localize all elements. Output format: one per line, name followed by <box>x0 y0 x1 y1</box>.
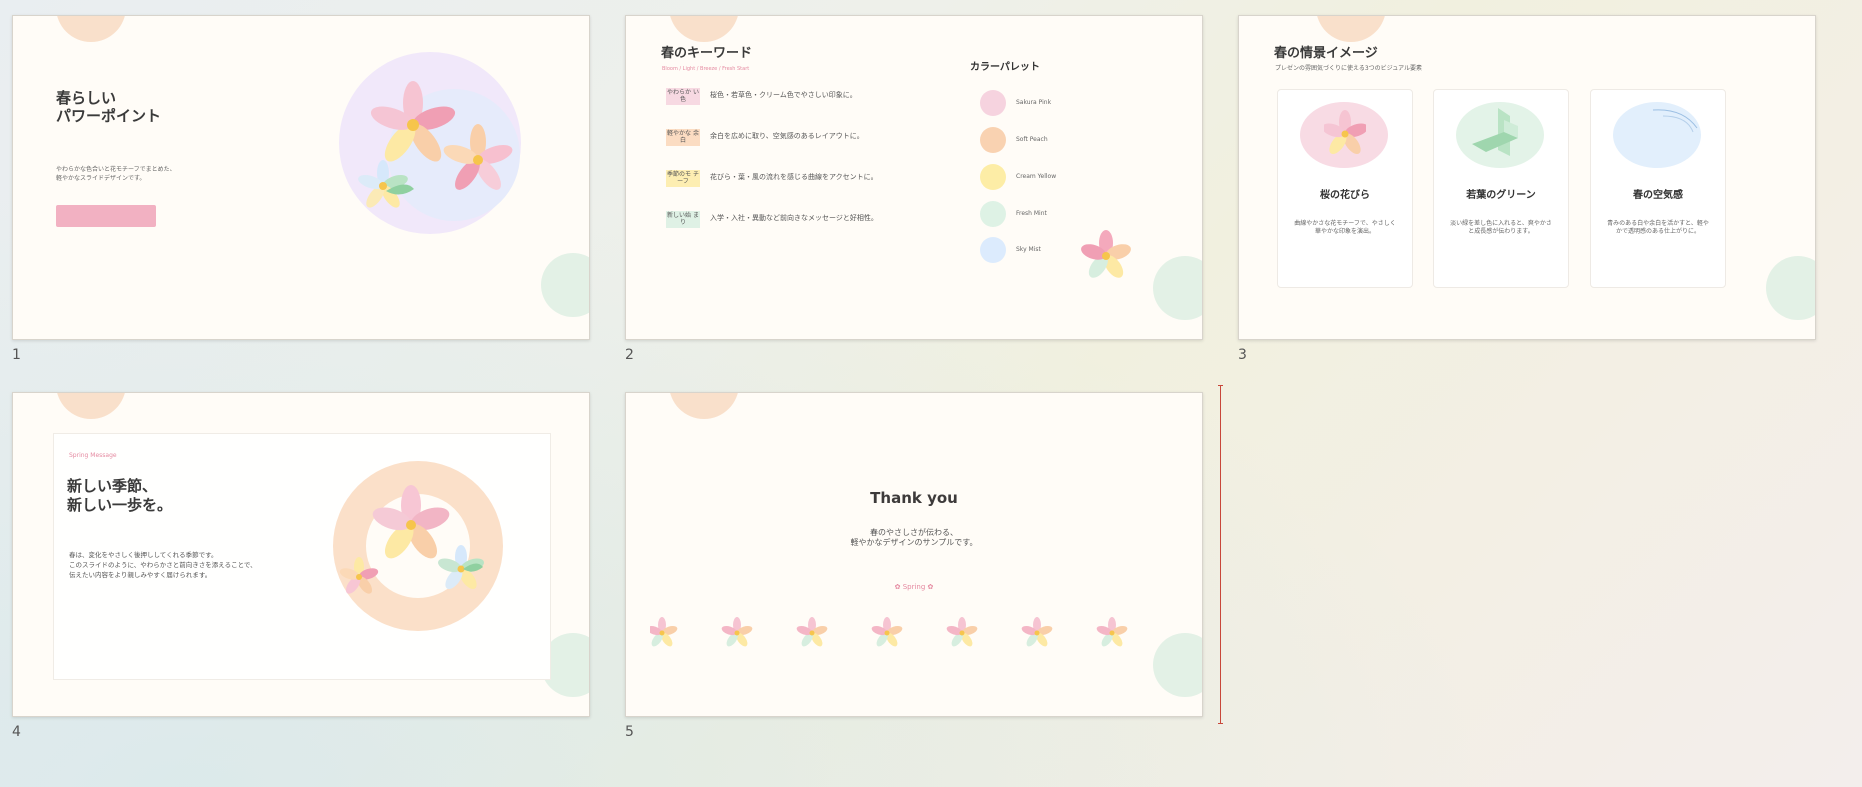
palette-title: カラーパレット <box>970 62 1040 73</box>
slide-title: 新しい季節、 新しい一歩を。 <box>67 477 172 515</box>
slide-body: 春は、変化をやさしく後押ししてくれる季節です。 このスライドのように、やわらかさ… <box>69 550 257 580</box>
slide-number: 2 <box>625 347 634 363</box>
swatch-label: Sky Mist <box>1016 246 1041 253</box>
pink-button-shape <box>56 205 156 227</box>
slide-title-line: 新しい季節、 <box>67 477 158 495</box>
mini-flower <box>650 617 678 647</box>
spring-badge: ✿ Spring ✿ <box>894 583 934 591</box>
slide-title: 春らしい パワーポイント <box>56 89 161 125</box>
color-swatch <box>980 201 1006 227</box>
card-text: 青みのある白や余白を活かすと、軽やかで透明感のある仕上がりに。 <box>1607 220 1709 235</box>
body-line: このスライドのように、やわらかさと前向きさを添えることで、 <box>69 561 257 569</box>
slide-title-line: 新しい一歩を。 <box>67 496 173 514</box>
mini-flower <box>1096 617 1128 647</box>
card-heading: 若葉のグリーン <box>1466 190 1536 201</box>
mint-corner-decoration <box>1153 256 1202 320</box>
visual-card: 若葉のグリーン 淡い緑を差し色に入れると、爽やかさと成長感が伝わります。 <box>1433 89 1569 288</box>
description-line: 軽やかなスライドデザインです。 <box>56 175 146 182</box>
slide-title-line: パワーポイント <box>56 107 162 125</box>
mini-flower <box>871 617 903 647</box>
card-heading: 春の空気感 <box>1633 190 1683 201</box>
slide-subtitle: プレゼンの雰囲気づくりに使える3つのビジュアル要素 <box>1275 65 1423 72</box>
slide-number: 1 <box>12 347 21 363</box>
keyword-text: 余白を広めに取り、空気感のあるレイアウトに。 <box>710 132 864 140</box>
keyword-text: 桜色・若草色・クリーム色でやさしい印象に。 <box>710 91 857 99</box>
body-line: 伝えたい内容をより親しみやすく届けられます。 <box>69 571 212 579</box>
body-line: 春は、変化をやさしく後押ししてくれる季節です。 <box>69 551 218 559</box>
mint-corner-decoration <box>1766 256 1815 320</box>
mini-flower <box>946 617 978 647</box>
card-text: 淡い緑を差し色に入れると、爽やかさと成長感が伝わります。 <box>1450 220 1552 235</box>
keyword-tag: やわらか い色 <box>666 88 700 105</box>
mini-flower <box>1021 617 1053 647</box>
slide-thumbnail-3[interactable]: 春の情景イメージ プレゼンの雰囲気づくりに使える3つのビジュアル要素 桜の花びら… <box>1238 15 1816 340</box>
flower-icon <box>1081 230 1131 278</box>
slide-number: 3 <box>1238 347 1247 363</box>
sakura-icon <box>1324 110 1366 155</box>
keyword-tag: 季節のモ チーフ <box>666 170 700 187</box>
color-swatch <box>980 164 1006 190</box>
slide-title: Thank you <box>870 489 958 507</box>
slide-title: 春のキーワード <box>661 46 753 61</box>
slide-thumbnail-1[interactable]: 春らしい パワーポイント やわらかな色合いと花モチーフでまとめた、 軽やかなスラ… <box>12 15 590 340</box>
slide-label: Spring Message <box>69 452 117 459</box>
peach-corner-decoration <box>669 16 739 42</box>
color-swatch <box>980 127 1006 153</box>
card-text: 曲線やかさな花モチーフで、やさしく華やかな印象を演出。 <box>1294 220 1396 235</box>
card-heading: 桜の花びら <box>1320 190 1370 201</box>
peach-corner-decoration <box>56 393 126 419</box>
slide-thumbnail-2[interactable]: 春のキーワード Bloom / Light / Breeze / Fresh S… <box>625 15 1203 340</box>
flower-illustration <box>339 52 521 234</box>
peach-corner-decoration <box>1316 16 1386 42</box>
message-line: 春のやさしさが伝わる、 <box>870 528 958 537</box>
flower-row <box>650 617 1128 647</box>
wind-icon <box>1652 109 1698 133</box>
slide-thumbnail-5[interactable]: Thank you 春のやさしさが伝わる、 軽やかなデザインのサンプルです。 ✿… <box>625 392 1203 717</box>
visual-card: 春の空気感 青みのある白や余白を活かすと、軽やかで透明感のある仕上がりに。 <box>1590 89 1726 288</box>
slide-title: 春の情景イメージ <box>1274 46 1378 61</box>
visual-card: 桜の花びら 曲線やかさな花モチーフで、やさしく華やかな印象を演出。 <box>1277 89 1413 288</box>
swatch-label: Fresh Mint <box>1016 210 1047 217</box>
peach-corner-decoration <box>669 393 739 419</box>
peach-corner-decoration <box>56 16 126 42</box>
keyword-tag: 新しい始 まり <box>666 211 700 228</box>
mint-corner-decoration <box>541 253 589 317</box>
swatch-label: Soft Peach <box>1016 136 1048 143</box>
slide-message: 春のやさしさが伝わる、 軽やかなデザインのサンプルです。 <box>626 528 1202 548</box>
slide-title-line: 春らしい <box>56 89 117 107</box>
color-swatch <box>980 237 1006 263</box>
swatch-label: Cream Yellow <box>1016 173 1057 180</box>
mini-flower <box>721 617 753 647</box>
keyword-tag: 軽やかな 余白 <box>666 129 700 146</box>
slide-number: 4 <box>12 724 21 740</box>
keyword-text: 花びら・葉・風の流れを感じる曲線をアクセントに。 <box>710 173 878 181</box>
message-line: 軽やかなデザインのサンプルです。 <box>850 538 978 547</box>
description-line: やわらかな色合いと花モチーフでまとめた、 <box>56 166 176 173</box>
swatch-label: Sakura Pink <box>1016 99 1052 106</box>
slide-thumbnail-4[interactable]: Spring Message 新しい季節、 新しい一歩を。 春は、変化をやさしく… <box>12 392 590 717</box>
color-swatch <box>980 90 1006 116</box>
flower-ring-illustration <box>333 461 503 631</box>
mini-flower <box>796 617 828 647</box>
slide-description: やわらかな色合いと花モチーフでまとめた、 軽やかなスライドデザインです。 <box>56 165 176 183</box>
slide-number: 5 <box>625 724 634 740</box>
keyword-text: 入学・入社・異動など前向きなメッセージと好相性。 <box>710 214 878 222</box>
leaf-icon <box>1472 108 1518 156</box>
slide-insertion-marker <box>1218 385 1223 724</box>
slide-subtitle: Bloom / Light / Breeze / Fresh Start <box>662 66 750 72</box>
